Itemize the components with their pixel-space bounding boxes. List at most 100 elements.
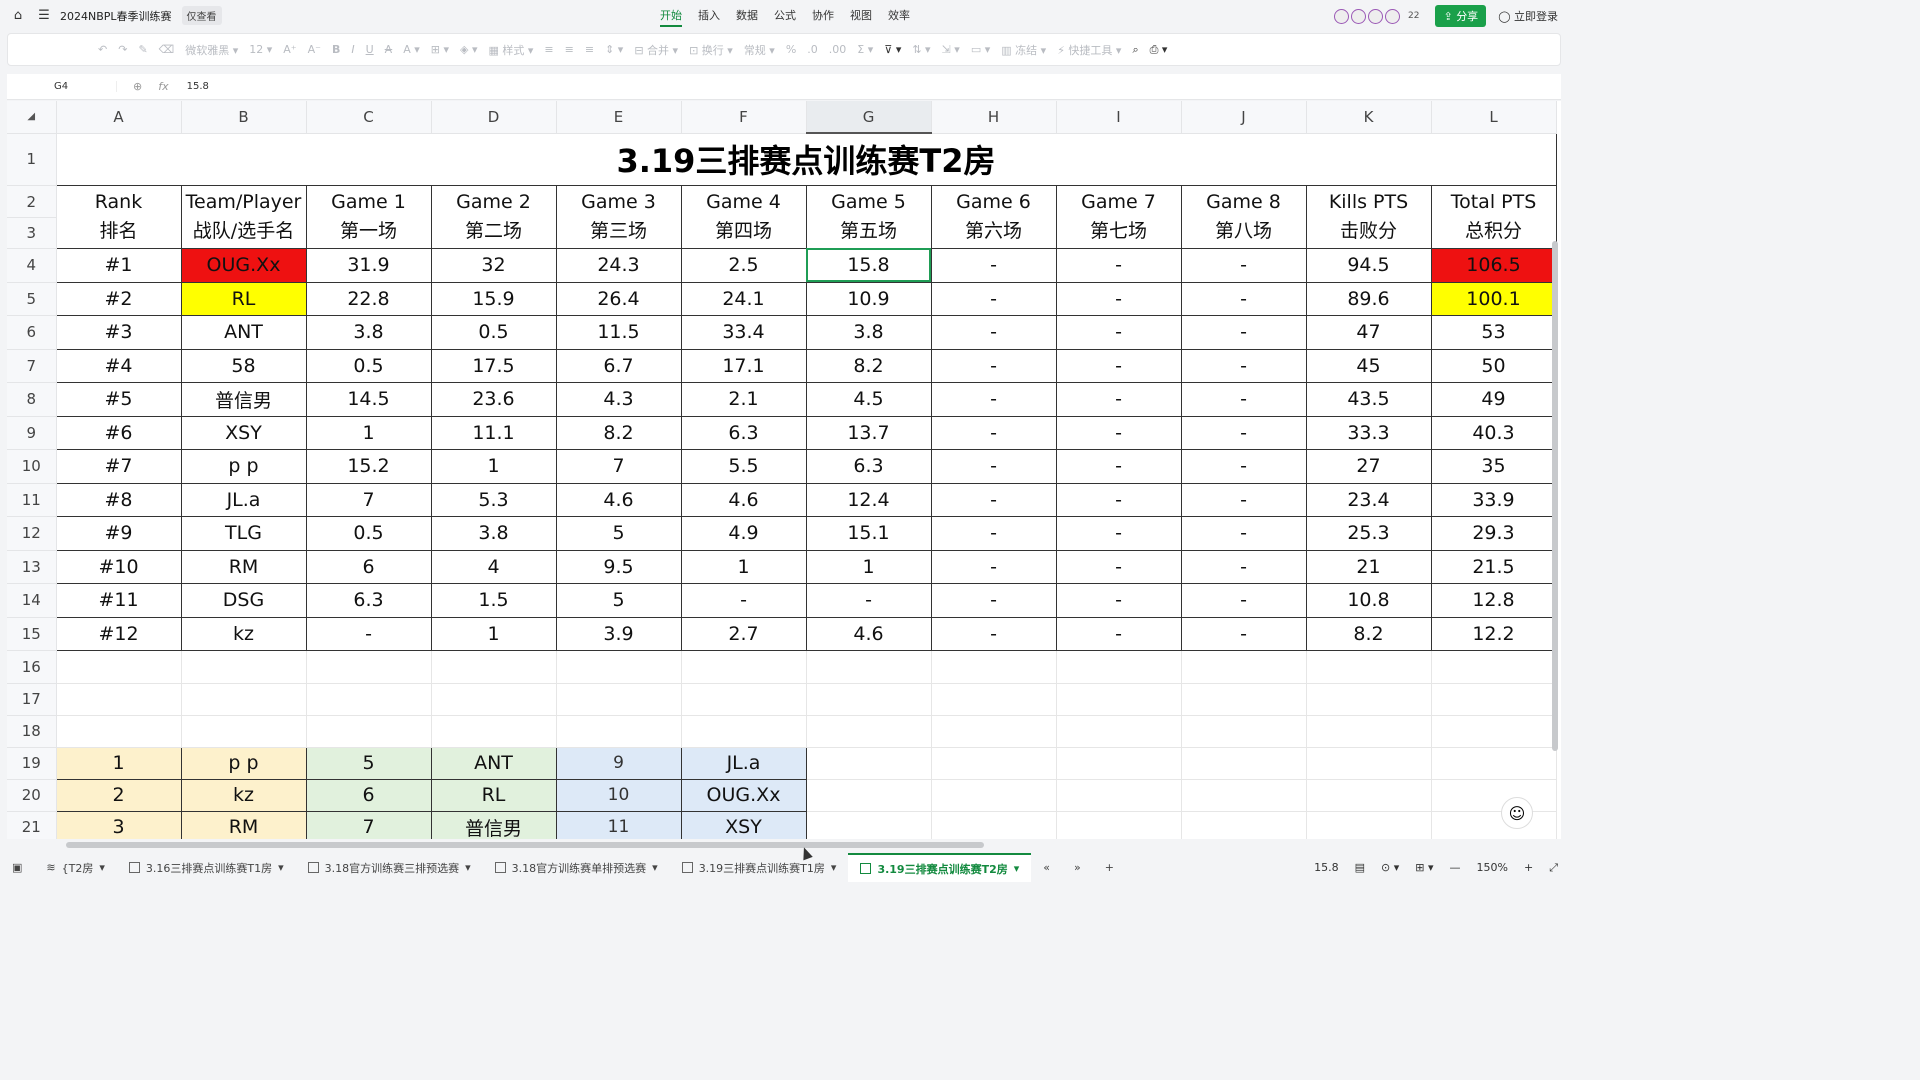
empty-cell[interactable] — [1306, 715, 1432, 748]
team-cell[interactable]: XSY — [181, 416, 307, 450]
empty-cell[interactable] — [806, 747, 932, 780]
rank-cell[interactable]: #11 — [56, 583, 182, 618]
vertical-scrollbar[interactable] — [1552, 241, 1558, 751]
group-cell[interactable]: kz — [181, 779, 307, 812]
team-cell[interactable]: TLG — [181, 516, 307, 551]
row-header[interactable]: 9 — [7, 416, 57, 450]
score-cell[interactable]: 22.8 — [306, 282, 432, 316]
border-icon[interactable]: ⊞ ▾ — [431, 43, 449, 56]
empty-cell[interactable] — [931, 715, 1057, 748]
align-right-icon[interactable]: ≡ — [585, 43, 594, 56]
empty-cell[interactable] — [1181, 650, 1307, 684]
menu-data[interactable]: 数据 — [736, 7, 758, 27]
score-cell[interactable]: - — [931, 516, 1057, 551]
score-cell[interactable]: - — [1181, 449, 1307, 484]
score-cell[interactable]: 8.2 — [1306, 617, 1432, 651]
score-cell[interactable]: 33.4 — [681, 315, 807, 350]
empty-cell[interactable] — [806, 650, 932, 684]
row-header[interactable]: 6 — [7, 315, 57, 350]
empty-cell[interactable] — [806, 811, 932, 839]
vertical-align-icon[interactable]: ⇕ ▾ — [605, 43, 623, 56]
column-title-cell[interactable]: Game 2 第二场 — [431, 185, 557, 249]
column-header[interactable]: D — [431, 101, 557, 134]
row-header[interactable]: 2 — [7, 186, 55, 218]
score-cell[interactable]: - — [1056, 617, 1182, 651]
home-icon[interactable]: ⌂ — [10, 8, 26, 24]
score-cell[interactable]: 11.1 — [431, 416, 557, 450]
score-cell[interactable]: - — [806, 583, 932, 618]
score-cell[interactable]: - — [1181, 315, 1307, 350]
empty-cell[interactable] — [806, 779, 932, 812]
sum-icon[interactable]: Σ ▾ — [857, 43, 873, 56]
team-cell[interactable]: JL.a — [181, 483, 307, 517]
column-title-cell[interactable]: Game 6 第六场 — [931, 185, 1057, 249]
decimal-decrease-icon[interactable]: .00 — [829, 43, 847, 56]
score-cell[interactable]: 3.8 — [306, 315, 432, 350]
score-cell[interactable]: 1.5 — [431, 583, 557, 618]
score-cell[interactable]: 1 — [431, 449, 557, 484]
score-cell[interactable]: - — [1181, 583, 1307, 618]
fill-color-icon[interactable]: ◈ ▾ — [460, 43, 477, 56]
score-cell[interactable]: 0.5 — [306, 516, 432, 551]
score-cell[interactable]: 6.3 — [806, 449, 932, 484]
empty-cell[interactable] — [306, 683, 432, 716]
team-cell[interactable]: 普信男 — [181, 382, 307, 417]
team-cell[interactable]: p p — [181, 449, 307, 484]
score-cell[interactable]: 4.6 — [806, 617, 932, 651]
score-cell[interactable]: 4.5 — [806, 382, 932, 417]
sheet-list-icon[interactable]: ▣ — [0, 861, 34, 874]
score-cell[interactable]: 0.5 — [431, 315, 557, 350]
column-header[interactable]: H — [931, 101, 1057, 134]
empty-cell[interactable] — [56, 650, 182, 684]
empty-cell[interactable] — [1306, 683, 1432, 716]
empty-cell[interactable] — [1181, 683, 1307, 716]
empty-cell[interactable] — [181, 650, 307, 684]
empty-cell[interactable] — [556, 683, 682, 716]
empty-cell[interactable] — [431, 715, 557, 748]
empty-cell[interactable] — [1056, 747, 1182, 780]
score-cell[interactable]: 7 — [556, 449, 682, 484]
score-cell[interactable]: 0.5 — [306, 349, 432, 383]
score-cell[interactable]: 12.4 — [806, 483, 932, 517]
menu-view[interactable]: 视图 — [850, 7, 872, 27]
score-cell[interactable]: 53 — [1431, 315, 1557, 350]
empty-cell[interactable] — [56, 683, 182, 716]
column-header[interactable]: L — [1431, 101, 1557, 134]
row-header[interactable]: 19 — [7, 747, 57, 780]
search-icon[interactable]: ⌕ — [1132, 43, 1138, 57]
score-cell[interactable]: - — [1181, 483, 1307, 517]
score-cell[interactable]: 24.3 — [556, 248, 682, 283]
rank-cell[interactable]: #12 — [56, 617, 182, 651]
login-button[interactable]: ◯ 立即登录 — [1498, 8, 1558, 24]
share-button[interactable]: ⇪ 分享 — [1435, 5, 1487, 27]
column-title-cell[interactable]: Game 8 第八场 — [1181, 185, 1307, 249]
score-cell[interactable]: - — [1056, 583, 1182, 618]
column-header[interactable]: A — [56, 101, 182, 134]
empty-cell[interactable] — [806, 683, 932, 716]
function-icon[interactable]: fx — [158, 80, 168, 93]
empty-cell[interactable] — [931, 747, 1057, 780]
empty-cell[interactable] — [1431, 811, 1557, 839]
redo-icon[interactable]: ↷ — [118, 43, 127, 56]
percent-icon[interactable]: % — [786, 43, 796, 56]
team-cell[interactable]: RM — [181, 550, 307, 584]
group-cell[interactable]: 5 — [306, 747, 432, 780]
menu-insert[interactable]: 插入 — [698, 7, 720, 27]
score-cell[interactable]: 29.3 — [1431, 516, 1557, 551]
page-view-icon[interactable]: ▤ — [1355, 861, 1365, 874]
score-cell[interactable]: 6.3 — [306, 583, 432, 618]
empty-cell[interactable] — [681, 715, 807, 748]
row-header-pair[interactable]: 23 — [7, 185, 57, 249]
bold-icon[interactable]: B — [332, 43, 340, 56]
empty-cell[interactable] — [1306, 811, 1432, 839]
score-cell[interactable]: - — [1181, 516, 1307, 551]
row-header[interactable]: 12 — [7, 516, 57, 551]
sheet-tab[interactable]: 3.19三排赛点训练赛T1房 ▾ — [670, 860, 849, 876]
rank-cell[interactable]: #3 — [56, 315, 182, 350]
score-cell[interactable]: - — [931, 349, 1057, 383]
score-cell[interactable]: 15.2 — [306, 449, 432, 484]
empty-cell[interactable] — [431, 683, 557, 716]
zoom-in-icon[interactable]: + — [1524, 861, 1533, 874]
row-header[interactable]: 11 — [7, 483, 57, 517]
group-cell[interactable]: 6 — [306, 779, 432, 812]
